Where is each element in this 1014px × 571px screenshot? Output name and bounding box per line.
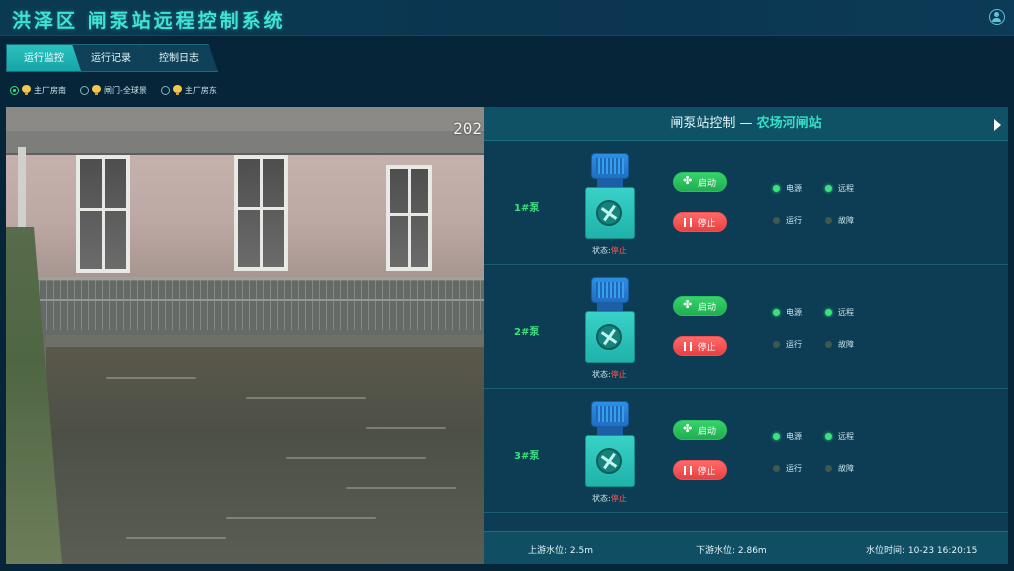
camera-timestamp: 202: [453, 119, 482, 138]
indicator-fault: 故障: [825, 339, 854, 350]
indicator-fault: 故障: [825, 463, 854, 474]
pump-stop-button[interactable]: 停止: [673, 336, 727, 356]
camera-option-1[interactable]: 主厂房南: [10, 83, 66, 97]
status-dot-icon: [773, 217, 780, 224]
bulb-icon: [92, 85, 101, 95]
status-dot-icon: [773, 185, 780, 192]
fan-icon: [683, 422, 694, 435]
app-title: 洪泽区 闸泵站远程控制系统: [12, 10, 286, 32]
camera-scene-window: [386, 165, 432, 271]
bulb-icon: [172, 85, 182, 95]
status-dot-icon: [773, 341, 780, 348]
camera-option-3[interactable]: 主厂房东: [160, 83, 217, 97]
camera-label: 主厂房南: [34, 85, 66, 95]
bulb-icon: [22, 85, 31, 95]
status-dot-icon: [773, 309, 780, 316]
indicator-power: 电源: [773, 183, 802, 194]
pump-start-button[interactable]: 启动: [673, 420, 727, 440]
station-name: 农场河闸站: [756, 116, 822, 131]
indicator-run: 运行: [773, 463, 802, 474]
indicator-remote: 远程: [825, 431, 854, 442]
pump-icon: [583, 401, 637, 487]
indicator-run: 运行: [773, 339, 802, 350]
arrow-right-icon[interactable]: [994, 119, 1001, 131]
water-level-bar: 上游水位: 2.5m 下游水位: 2.86m 水位时间: 10-23 16:20…: [484, 531, 1008, 564]
app-header: 洪泽区 闸泵站远程控制系统: [0, 0, 1014, 36]
pump-name: 1#泵: [514, 203, 540, 214]
pump-status: 状态:停止: [592, 494, 627, 503]
pump-control-panel: 闸泵站控制 — 农场河闸站 1#泵 状态:停止 启动 停止 电源 远程 运行 故…: [484, 107, 1008, 564]
pump-row-3: 3#泵 状态:停止 启动 停止 电源 远程 运行 故障: [484, 389, 1008, 513]
camera-selector: 主厂房南 闸门-全球景 主厂房东: [10, 83, 231, 97]
indicator-power: 电源: [773, 307, 802, 318]
status-dot-icon: [825, 341, 832, 348]
indicator-remote: 远程: [825, 183, 854, 194]
pause-icon: [684, 341, 693, 351]
tab-control-log[interactable]: 控制日志: [140, 44, 218, 72]
indicator-power: 电源: [773, 431, 802, 442]
status-dot-icon: [773, 433, 780, 440]
pump-stop-button[interactable]: 停止: [673, 460, 727, 480]
pump-name: 2#泵: [514, 327, 540, 338]
panel-title: 闸泵站控制 —: [670, 116, 757, 131]
camera-scene-window: [234, 155, 288, 271]
camera-scene-roofline: [6, 131, 484, 155]
indicator-fault: 故障: [825, 215, 854, 226]
radio-selected-icon[interactable]: [10, 85, 19, 95]
status-dot-icon: [825, 465, 832, 472]
indicator-run: 运行: [773, 215, 802, 226]
pump-stop-button[interactable]: 停止: [673, 212, 727, 232]
radio-icon[interactable]: [80, 85, 89, 95]
camera-scene-sky: [6, 107, 484, 131]
indicator-remote: 远程: [825, 307, 854, 318]
tab-run-monitor[interactable]: 运行监控: [6, 44, 82, 72]
camera-option-2[interactable]: 闸门-全球景: [80, 83, 147, 97]
camera-feed[interactable]: 202: [6, 107, 484, 564]
pump-row-2: 2#泵 状态:停止 启动 停止 电源 远程 运行 故障: [484, 265, 1008, 389]
status-dot-icon: [825, 309, 832, 316]
status-dot-icon: [825, 433, 832, 440]
camera-label: 闸门-全球景: [104, 85, 147, 95]
radio-icon[interactable]: [160, 85, 170, 95]
status-dot-icon: [773, 465, 780, 472]
camera-scene-window: [76, 155, 130, 273]
pump-status: 状态:停止: [592, 246, 627, 255]
upstream-level: 上游水位: 2.5m: [528, 546, 593, 556]
pump-status: 状态:停止: [592, 370, 627, 379]
downstream-level: 下游水位: 2.86m: [696, 546, 767, 556]
pump-start-button[interactable]: 启动: [673, 296, 727, 316]
fan-icon: [683, 298, 694, 311]
status-dot-icon: [825, 217, 832, 224]
water-level-time: 水位时间: 10-23 16:20:15: [866, 546, 978, 556]
camera-scene-railing: [26, 277, 484, 337]
camera-label: 主厂房东: [184, 85, 217, 95]
panel-header: 闸泵站控制 — 农场河闸站: [484, 107, 1008, 141]
camera-scene-building: [6, 131, 484, 281]
user-icon[interactable]: [989, 9, 1005, 25]
status-dot-icon: [825, 185, 832, 192]
pump-start-button[interactable]: 启动: [673, 172, 727, 192]
pump-row-1: 1#泵 状态:停止 启动 停止 电源 远程 运行 故障: [484, 141, 1008, 265]
pump-name: 3#泵: [514, 451, 540, 462]
fan-icon: [683, 174, 694, 187]
pump-icon: [583, 153, 637, 239]
pause-icon: [684, 217, 693, 227]
tab-run-records[interactable]: 运行记录: [72, 44, 150, 72]
pause-icon: [684, 465, 693, 475]
camera-scene-water: [46, 347, 484, 564]
camera-scene-embankment: [46, 335, 484, 347]
pump-icon: [583, 277, 637, 363]
